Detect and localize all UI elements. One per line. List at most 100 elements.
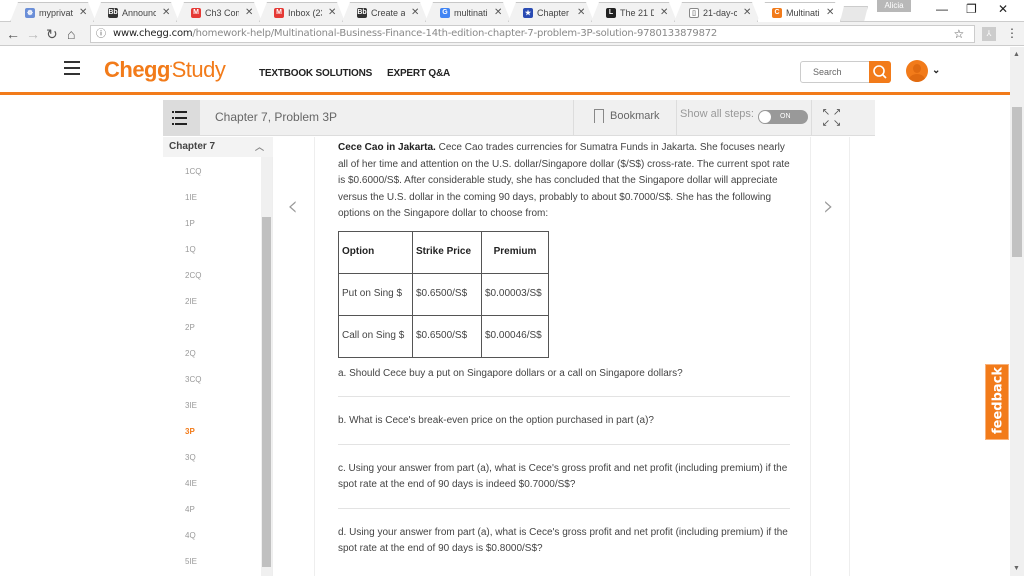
profile-badge[interactable]: Alicia <box>877 0 911 12</box>
sidebar-item-4ie[interactable]: 4IE <box>163 469 259 495</box>
url-input[interactable]: ⓘ www.chegg.com/homework-help/Multinatio… <box>90 25 975 43</box>
toc-list-button[interactable] <box>163 100 200 136</box>
tab-title: Chapter <box>537 7 570 18</box>
close-tab-icon[interactable]: ✕ <box>826 7 834 18</box>
feedback-label: feedback <box>990 366 1006 435</box>
scrollbar-thumb[interactable] <box>1012 107 1022 257</box>
sidebar-item-3ie[interactable]: 3IE <box>163 391 259 417</box>
chapter-header[interactable]: Chapter 7 ︿ <box>163 137 273 157</box>
sidebar-scrollbar-thumb[interactable] <box>262 217 271 567</box>
restore-icon[interactable]: ❐ <box>966 2 977 16</box>
browser-tab[interactable]: Gmultinati ✕ <box>425 2 511 22</box>
page-scrollbar[interactable]: ▲ ▼ <box>1010 47 1024 576</box>
close-tab-icon[interactable]: ✕ <box>245 7 253 18</box>
chevron-up-icon[interactable]: ︿ <box>255 140 264 153</box>
nav-expert-qa[interactable]: EXPERT Q&A <box>387 68 450 79</box>
sidebar-item-2q[interactable]: 2Q <box>163 339 259 365</box>
chapter-label: Chapter 7 <box>169 141 216 152</box>
close-tab-icon[interactable]: ✕ <box>494 7 502 18</box>
scroll-up-icon[interactable]: ▲ <box>1013 51 1020 58</box>
chevron-left-icon[interactable]: ‹ <box>287 189 298 222</box>
cell: $0.6500/S$ <box>412 272 482 316</box>
sidebar-item-4q[interactable]: 4Q <box>163 521 259 547</box>
col-option: Option <box>338 230 413 274</box>
minimize-icon[interactable]: — <box>936 2 948 16</box>
browser-tab[interactable]: ▯ 21-day-c ✕ <box>674 2 760 22</box>
prev-problem-panel[interactable]: ‹ <box>275 137 315 576</box>
hamburger-menu-icon[interactable] <box>64 61 80 79</box>
url-domain: www.chegg.com <box>113 28 193 39</box>
table-header-row: Option Strike Price Premium <box>338 230 549 274</box>
chevron-down-icon[interactable]: ⌄ <box>932 65 940 76</box>
question-d: d. Using your answer from part (a), what… <box>338 526 788 555</box>
close-tab-icon[interactable]: ✕ <box>660 7 668 18</box>
feedback-button[interactable]: feedback <box>985 364 1009 440</box>
close-tab-icon[interactable]: ✕ <box>79 7 87 18</box>
divider <box>338 396 790 397</box>
sidebar-item-2cq[interactable]: 2CQ <box>163 261 259 287</box>
sidebar-item-1q[interactable]: 1Q <box>163 235 259 261</box>
browser-tab[interactable]: C Multinati ✕ <box>757 2 843 22</box>
forward-icon[interactable]: → <box>26 26 40 42</box>
browser-tab[interactable]: M Inbox (23 ✕ <box>259 2 345 22</box>
sidebar-item-1ie[interactable]: 1IE <box>163 183 259 209</box>
col-strike-price: Strike Price <box>412 230 482 274</box>
tab-title: Create a <box>371 7 405 18</box>
sidebar-item-5ie[interactable]: 5IE <box>163 547 259 573</box>
cell: Put on Sing $ <box>338 272 413 316</box>
col-premium: Premium <box>481 230 549 274</box>
document-icon: ▯ <box>689 8 699 18</box>
sidebar-item-1cq[interactable]: 1CQ <box>163 157 259 183</box>
back-icon[interactable]: ← <box>6 26 20 42</box>
google-icon: G <box>440 8 450 18</box>
home-icon[interactable]: ⌂ <box>67 26 75 42</box>
close-tab-icon[interactable]: ✕ <box>162 7 170 18</box>
close-tab-icon[interactable]: ✕ <box>328 7 336 18</box>
tab-title: Announce <box>122 7 156 18</box>
pdf-extension-icon[interactable]: ⅄ <box>982 27 996 41</box>
next-problem-panel[interactable]: › <box>810 137 850 576</box>
close-tab-icon[interactable]: ✕ <box>577 7 585 18</box>
search-input[interactable]: Search <box>800 61 870 83</box>
tab-title: Ch3 Com <box>205 7 236 18</box>
bookmark-star-icon[interactable]: ☆ <box>953 26 964 42</box>
address-bar-row: ← → ↻ ⌂ ⓘ www.chegg.com/homework-help/Mu… <box>0 22 1024 46</box>
close-tab-icon[interactable]: ✕ <box>411 7 419 18</box>
browser-tab[interactable]: M Ch3 Com ✕ <box>176 2 262 22</box>
logo-study: Study <box>171 57 226 82</box>
browser-tab[interactable]: ★ Chapter ✕ <box>508 2 594 22</box>
scroll-down-icon[interactable]: ▼ <box>1013 565 1020 572</box>
nav-textbook-solutions[interactable]: TEXTBOOK SOLUTIONS <box>259 68 372 79</box>
info-icon[interactable]: ⓘ <box>96 27 106 43</box>
sidebar-item-3cq[interactable]: 3CQ <box>163 365 259 391</box>
sidebar-item-1p[interactable]: 1P <box>163 209 259 235</box>
avatar[interactable] <box>906 60 928 82</box>
blackboard-icon: Bb <box>357 9 367 16</box>
sidebar-item-4p[interactable]: 4P <box>163 495 259 521</box>
shield-icon: ★ <box>524 9 532 17</box>
chegg-study-logo[interactable]: Chegg•Study <box>104 57 226 83</box>
sidebar-item-3q[interactable]: 3Q <box>163 443 259 469</box>
tab-title: Multinati <box>786 7 820 18</box>
sidebar-item-2ie[interactable]: 2IE <box>163 287 259 313</box>
browser-tab[interactable]: L The 21 D ✕ <box>591 2 677 22</box>
sidebar-item-3p[interactable]: 3P <box>163 417 259 443</box>
search-button[interactable] <box>869 61 891 83</box>
browser-tab-bar: ☸ myprivate ✕ Bb Announce ✕ M Ch3 Com ✕ M Inbox (2… <box>0 0 1024 22</box>
reload-icon[interactable]: ↻ <box>46 26 58 42</box>
show-steps-toggle[interactable]: ON <box>758 110 808 124</box>
chevron-right-icon[interactable]: › <box>823 189 834 222</box>
sidebar-item-2p[interactable]: 2P <box>163 313 259 339</box>
close-window-icon[interactable]: ✕ <box>998 2 1008 16</box>
expand-icon[interactable]: ↖ ↗ ↙ ↘ <box>811 100 851 136</box>
close-tab-icon[interactable]: ✕ <box>743 7 751 18</box>
sidebar-scrollbar[interactable] <box>261 157 272 576</box>
new-tab-button[interactable] <box>840 6 868 22</box>
bookmark-button[interactable]: Bookmark <box>573 100 677 136</box>
browser-tab[interactable]: Bb Create a ✕ <box>342 2 428 22</box>
problem-toolbar: Chapter 7, Problem 3P Bookmark Show all … <box>163 100 875 136</box>
divider <box>338 507 790 509</box>
browser-tab[interactable]: Bb Announce ✕ <box>93 2 179 22</box>
menu-kebab-icon[interactable]: ⋮ <box>1006 26 1018 40</box>
browser-tab[interactable]: ☸ myprivate ✕ <box>10 2 96 22</box>
